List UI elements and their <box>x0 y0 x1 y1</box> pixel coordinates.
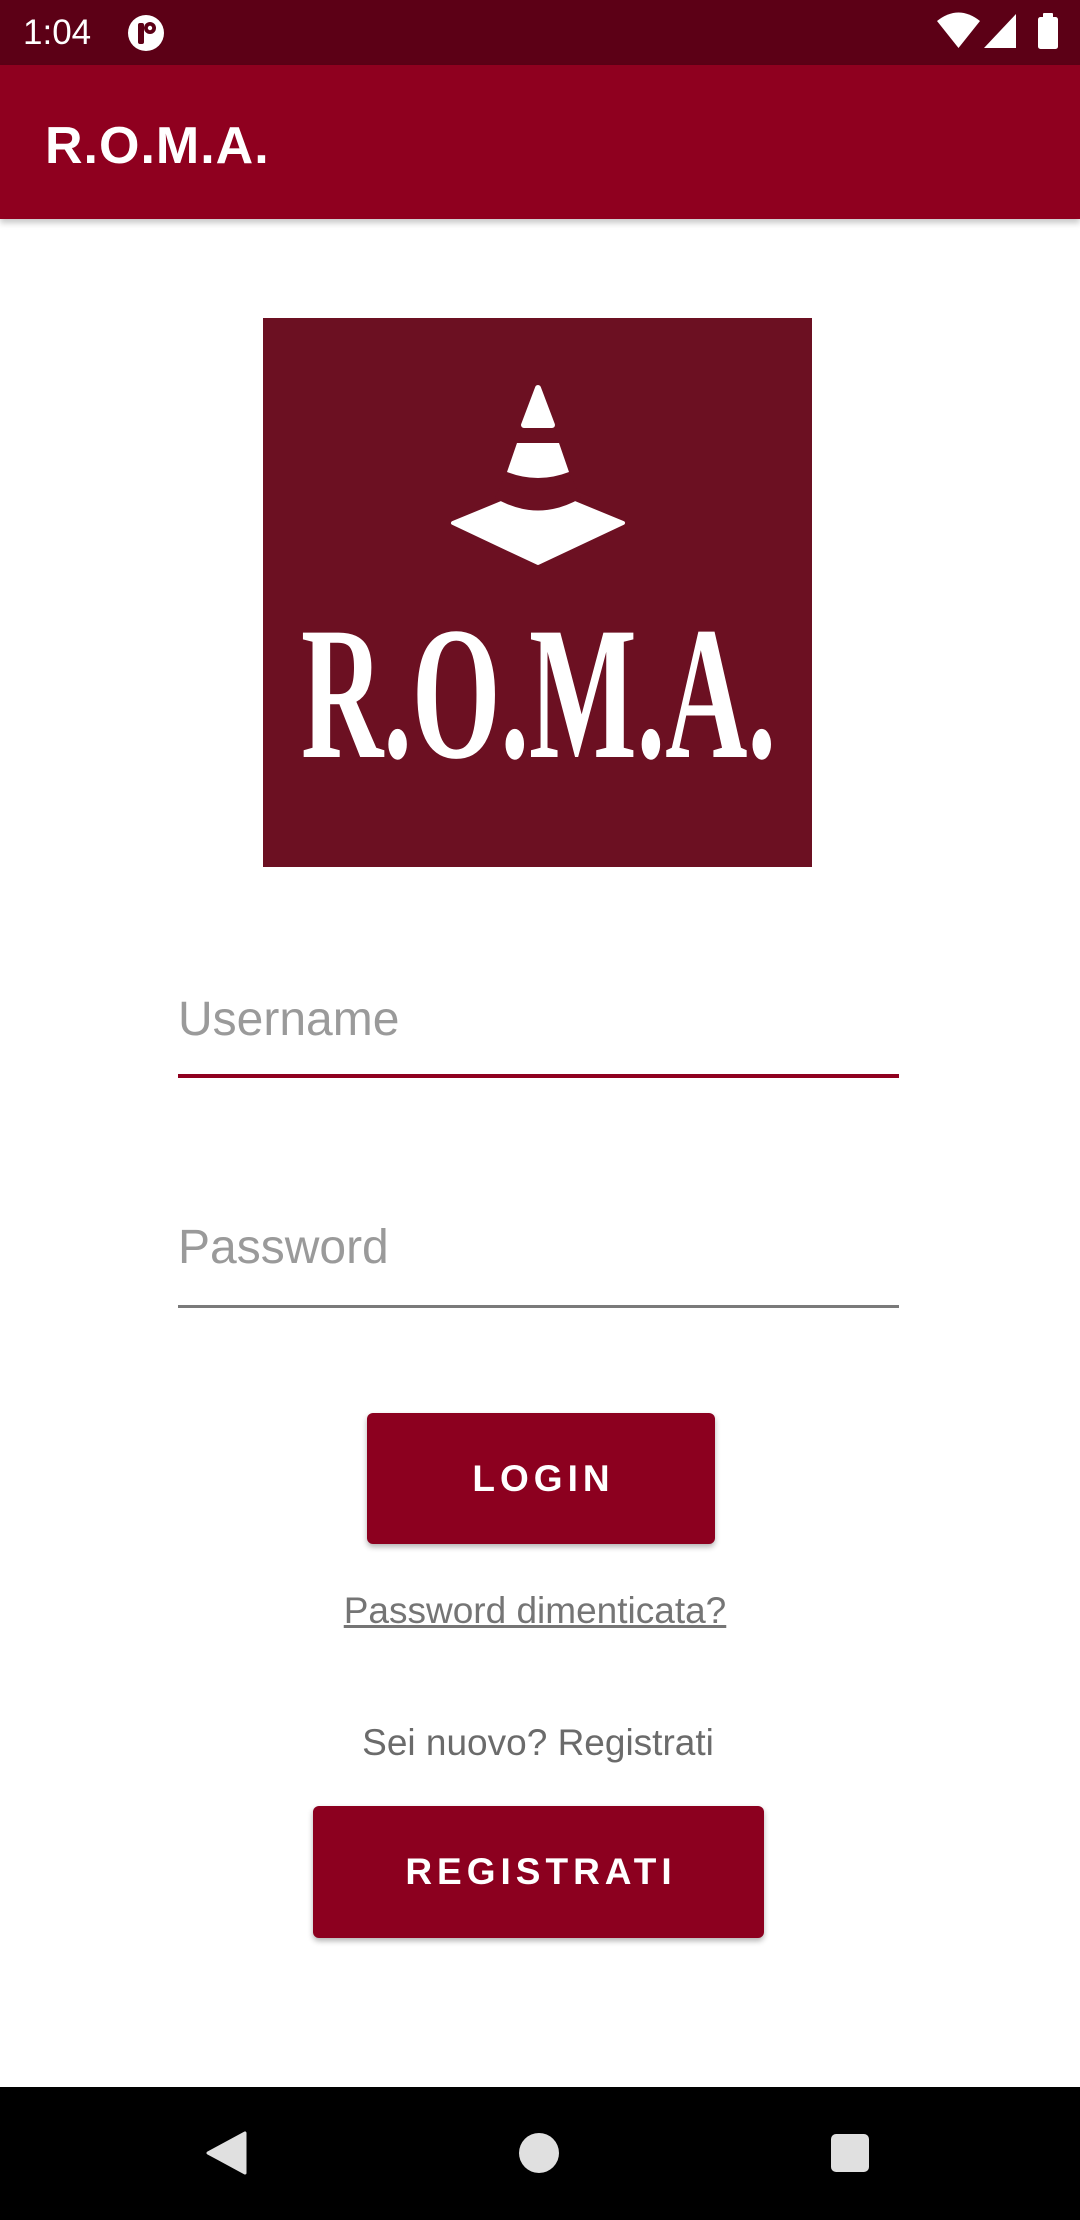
status-time: 1:04 <box>23 13 92 52</box>
status-bar: 1:04 <box>0 0 1080 65</box>
wifi-icon <box>937 12 980 48</box>
password-input[interactable] <box>178 1212 899 1282</box>
cellular-signal-icon <box>984 14 1016 48</box>
login-button[interactable]: LOGIN <box>367 1413 715 1544</box>
recents-icon[interactable] <box>820 2123 880 2183</box>
app-title: R.O.M.A. <box>45 117 270 175</box>
register-prompt: Sei nuovo? Registrati <box>362 1722 714 1763</box>
username-underline <box>178 1074 899 1078</box>
navigation-bar <box>0 2087 1080 2220</box>
battery-icon <box>1038 13 1058 49</box>
forgot-password-link[interactable]: Password dimenticata? <box>0 1586 1070 1636</box>
traffic-cone-icon <box>451 385 625 565</box>
app-logo: R.O.M.A. <box>263 318 812 867</box>
logo-graphic: R.O.M.A. <box>301 385 776 799</box>
username-input[interactable] <box>178 984 899 1054</box>
app-bar: R.O.M.A. <box>0 65 1080 219</box>
logo-text: R.O.M.A. <box>301 589 776 799</box>
password-underline <box>178 1305 899 1308</box>
home-icon[interactable] <box>509 2123 569 2183</box>
app-notification-icon <box>128 15 164 51</box>
back-icon[interactable] <box>196 2123 256 2183</box>
register-button[interactable]: REGISTRATI <box>313 1806 764 1938</box>
